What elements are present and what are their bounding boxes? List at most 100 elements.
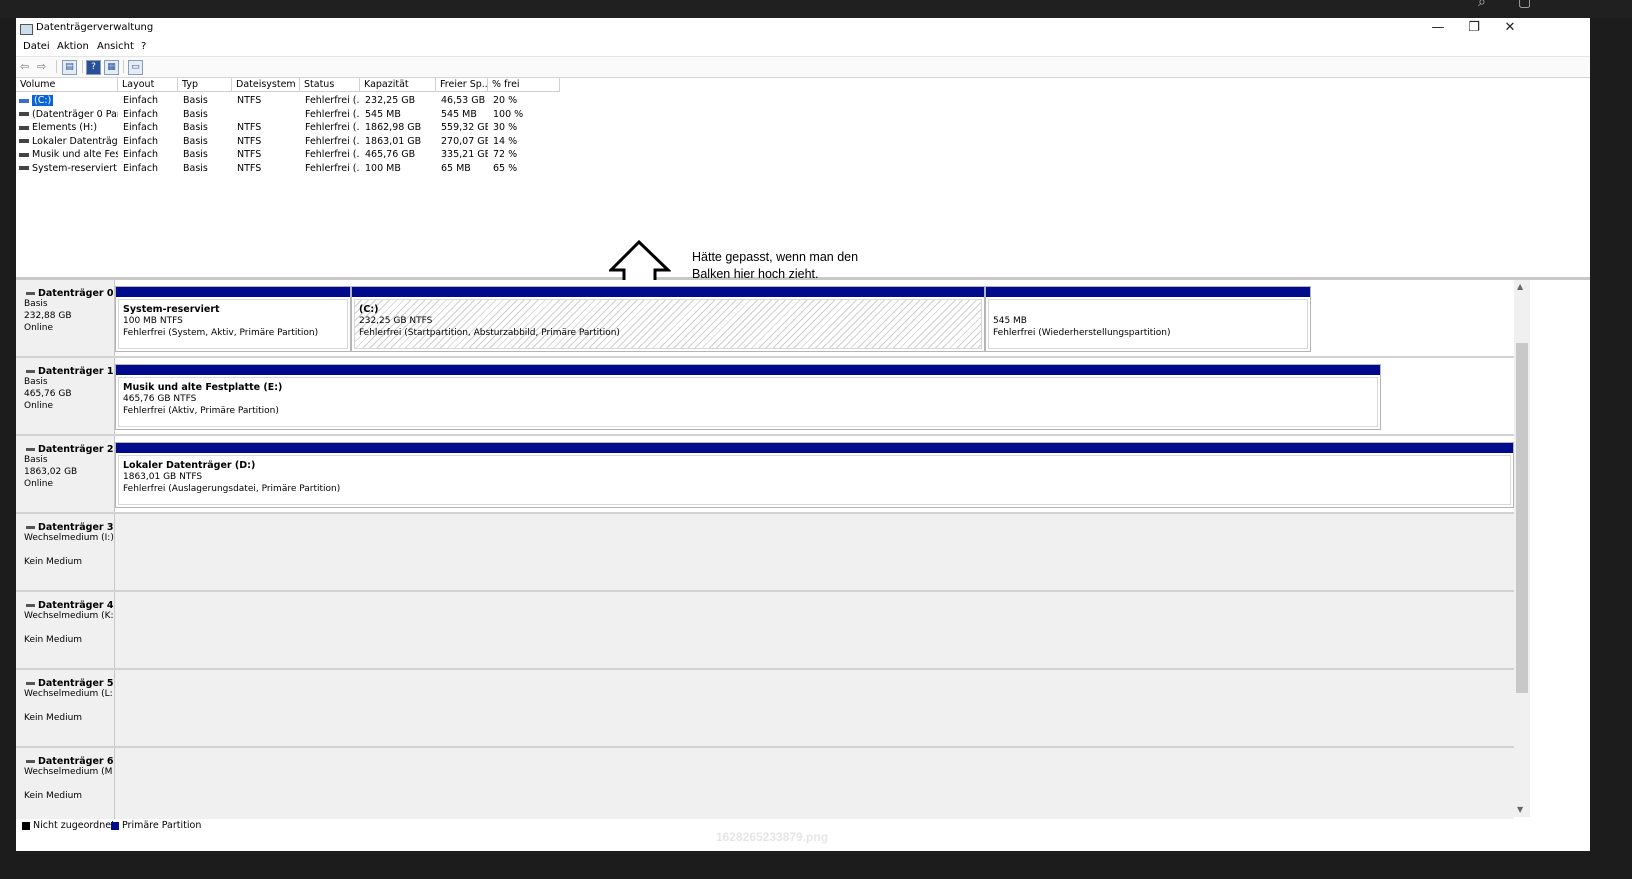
volume-row-name[interactable]: (C:) xyxy=(16,94,118,107)
scrollbar-thumb[interactable] xyxy=(1516,343,1528,693)
volume-cell-typ[interactable]: Basis xyxy=(178,94,232,107)
disk-label[interactable]: Datenträger 6 Wechselmedium (M Kein Medium xyxy=(16,748,115,824)
disk-label[interactable]: Datenträger 1 Basis 465,76 GB Online xyxy=(16,358,115,434)
volume-cell-layout[interactable]: Einfach xyxy=(118,108,178,121)
volume-cell-fs[interactable]: NTFS xyxy=(232,162,300,175)
volume-cell-typ[interactable]: Basis xyxy=(178,162,232,175)
volume-cell-kapazitaet[interactable]: 1863,01 GB xyxy=(360,135,436,148)
volume-name[interactable]: (C:) xyxy=(32,95,54,106)
volume-cell-layout[interactable]: Einfach xyxy=(118,94,178,107)
partition-block[interactable]: Lokaler Datenträger (D:) 1863,01 GB NTFS F… xyxy=(115,442,1514,508)
volume-cell-typ[interactable]: Basis xyxy=(178,135,232,148)
volume-cell-prozent[interactable]: 100 % xyxy=(488,108,560,121)
volume-name[interactable]: System-reserviert xyxy=(32,163,117,174)
menu-help[interactable]: ? xyxy=(141,41,146,52)
console-icon[interactable]: ▦ xyxy=(104,60,119,75)
volume-cell-kapazitaet[interactable]: 465,76 GB xyxy=(360,148,436,161)
menu-datei[interactable]: Datei xyxy=(23,41,50,52)
partition-block[interactable]: System-reserviert 100 MB NTFS Fehlerfrei (… xyxy=(115,286,351,352)
volume-row-name[interactable]: Lokaler Datenträg... xyxy=(16,135,118,148)
volume-cell-prozent[interactable]: 30 % xyxy=(488,121,560,134)
partition-body[interactable]: Lokaler Datenträger (D:) 1863,01 GB NTFS F… xyxy=(118,455,1511,505)
volume-cell-fs[interactable]: NTFS xyxy=(232,148,300,161)
column-kapazitaet[interactable]: Kapazität xyxy=(360,78,436,92)
close-button[interactable]: ✕ xyxy=(1492,19,1528,37)
volume-cell-frei[interactable]: 335,21 GB xyxy=(436,148,488,161)
volume-name[interactable]: Elements (H:) xyxy=(32,122,97,133)
volume-cell-frei[interactable]: 559,32 GB xyxy=(436,121,488,134)
column-freier-speicher[interactable]: Freier Sp... xyxy=(436,78,488,92)
vertical-scrollbar[interactable]: ▲ ▼ xyxy=(1514,280,1530,817)
volume-name[interactable]: Lokaler Datenträg... xyxy=(32,136,118,147)
volume-cell-layout[interactable]: Einfach xyxy=(118,135,178,148)
volume-cell-fs[interactable]: NTFS xyxy=(232,135,300,148)
search-icon[interactable]: ⌕ xyxy=(1478,0,1486,10)
column-prozent-frei[interactable]: % frei xyxy=(488,78,560,92)
column-status[interactable]: Status xyxy=(300,78,360,92)
volume-cell-kapazitaet[interactable]: 232,25 GB xyxy=(360,94,436,107)
volume-cell-fs[interactable] xyxy=(232,108,300,121)
partition-block[interactable]: Musik und alte Festplatte (E:) 465,76 GB … xyxy=(115,364,1381,430)
volume-cell-status[interactable]: Fehlerfrei (... xyxy=(300,162,360,175)
partition-block[interactable]: 545 MB Fehlerfrei (Wiederherstellungspart… xyxy=(985,286,1311,352)
volume-cell-frei[interactable]: 545 MB xyxy=(436,108,488,121)
volume-cell-fs[interactable]: NTFS xyxy=(232,94,300,107)
disk-label[interactable]: Datenträger 4 Wechselmedium (K: Kein Mediu… xyxy=(16,592,115,668)
partition-body[interactable]: (C:) 232,25 GB NTFS Fehlerfrei (Startparti… xyxy=(354,299,982,349)
volume-cell-frei[interactable]: 270,07 GB xyxy=(436,135,488,148)
volume-cell-kapazitaet[interactable]: 1862,98 GB xyxy=(360,121,436,134)
disk-label[interactable]: Datenträger 2 Basis 1863,02 GB Online xyxy=(16,436,115,512)
volume-cell-frei[interactable]: 65 MB xyxy=(436,162,488,175)
column-dateisystem[interactable]: Dateisystem xyxy=(232,78,300,92)
volume-cell-typ[interactable]: Basis xyxy=(178,121,232,134)
volume-cell-status[interactable]: Fehlerfrei (... xyxy=(300,121,360,134)
disk-state: Online xyxy=(24,323,54,333)
volume-cell-typ[interactable]: Basis xyxy=(178,108,232,121)
volume-cell-kapazitaet[interactable]: 545 MB xyxy=(360,108,436,121)
volume-cell-prozent[interactable]: 72 % xyxy=(488,148,560,161)
volume-row-name[interactable]: Elements (H:) xyxy=(16,121,118,134)
volume-cell-frei[interactable]: 46,53 GB xyxy=(436,94,488,107)
volume-cell-status[interactable]: Fehlerfrei (... xyxy=(300,135,360,148)
volume-cell-status[interactable]: Fehlerfrei (... xyxy=(300,148,360,161)
volume-cell-prozent[interactable]: 14 % xyxy=(488,135,560,148)
column-typ[interactable]: Typ xyxy=(178,78,232,92)
volume-row-name[interactable]: (Datenträger 0 Par... xyxy=(16,108,118,121)
volume-cell-typ[interactable]: Basis xyxy=(178,148,232,161)
column-volume[interactable]: Volume xyxy=(16,78,118,92)
volume-cell-layout[interactable]: Einfach xyxy=(118,148,178,161)
disk-label[interactable]: Datenträger 5 Wechselmedium (L: Kein Mediu… xyxy=(16,670,115,746)
properties-icon[interactable]: ▤ xyxy=(62,60,77,75)
volume-cell-kapazitaet[interactable]: 100 MB xyxy=(360,162,436,175)
forward-arrow-icon[interactable]: ⇨ xyxy=(37,60,46,73)
list-view-icon[interactable]: ▭ xyxy=(128,60,143,75)
partition-body[interactable]: System-reserviert 100 MB NTFS Fehlerfrei (… xyxy=(118,299,348,349)
volume-cell-fs[interactable]: NTFS xyxy=(232,121,300,134)
volume-cell-status[interactable]: Fehlerfrei (... xyxy=(300,108,360,121)
scroll-up-icon[interactable]: ▲ xyxy=(1517,282,1523,291)
help-icon[interactable]: ? xyxy=(86,60,101,75)
volume-name[interactable]: Musik und alte Fes... xyxy=(32,149,118,160)
disk-label[interactable]: Datenträger 0 Basis 232,88 GB Online xyxy=(16,280,115,356)
restore-button[interactable]: ❐ xyxy=(1456,19,1492,37)
volume-cell-prozent[interactable]: 65 % xyxy=(488,162,560,175)
partition-block[interactable]: (C:) 232,25 GB NTFS Fehlerfrei (Startparti… xyxy=(351,286,985,352)
menu-ansicht[interactable]: Ansicht xyxy=(97,41,134,52)
column-layout[interactable]: Layout xyxy=(118,78,178,92)
disk-label[interactable]: Datenträger 3 Wechselmedium (I:) Kein Medi… xyxy=(16,514,115,590)
partition-body[interactable]: Musik und alte Festplatte (E:) 465,76 GB … xyxy=(118,377,1378,427)
minimize-button[interactable]: — xyxy=(1420,19,1456,37)
volume-row-name[interactable]: System-reserviert xyxy=(16,162,118,175)
volume-cell-layout[interactable]: Einfach xyxy=(118,162,178,175)
volume-cell-prozent[interactable]: 20 % xyxy=(488,94,560,107)
volume-cell-layout[interactable]: Einfach xyxy=(118,121,178,134)
back-arrow-icon[interactable]: ⇦ xyxy=(20,60,29,73)
partition-body[interactable]: 545 MB Fehlerfrei (Wiederherstellungspart… xyxy=(988,299,1308,349)
volume-name[interactable]: (Datenträger 0 Par... xyxy=(32,109,118,120)
volume-icon xyxy=(19,112,29,116)
volume-row-name[interactable]: Musik und alte Fes... xyxy=(16,148,118,161)
scroll-down-icon[interactable]: ▼ xyxy=(1517,805,1523,814)
menu-aktion[interactable]: Aktion xyxy=(57,41,89,52)
volume-cell-status[interactable]: Fehlerfrei (... xyxy=(300,94,360,107)
window-icon[interactable]: ▢ xyxy=(1518,0,1531,10)
